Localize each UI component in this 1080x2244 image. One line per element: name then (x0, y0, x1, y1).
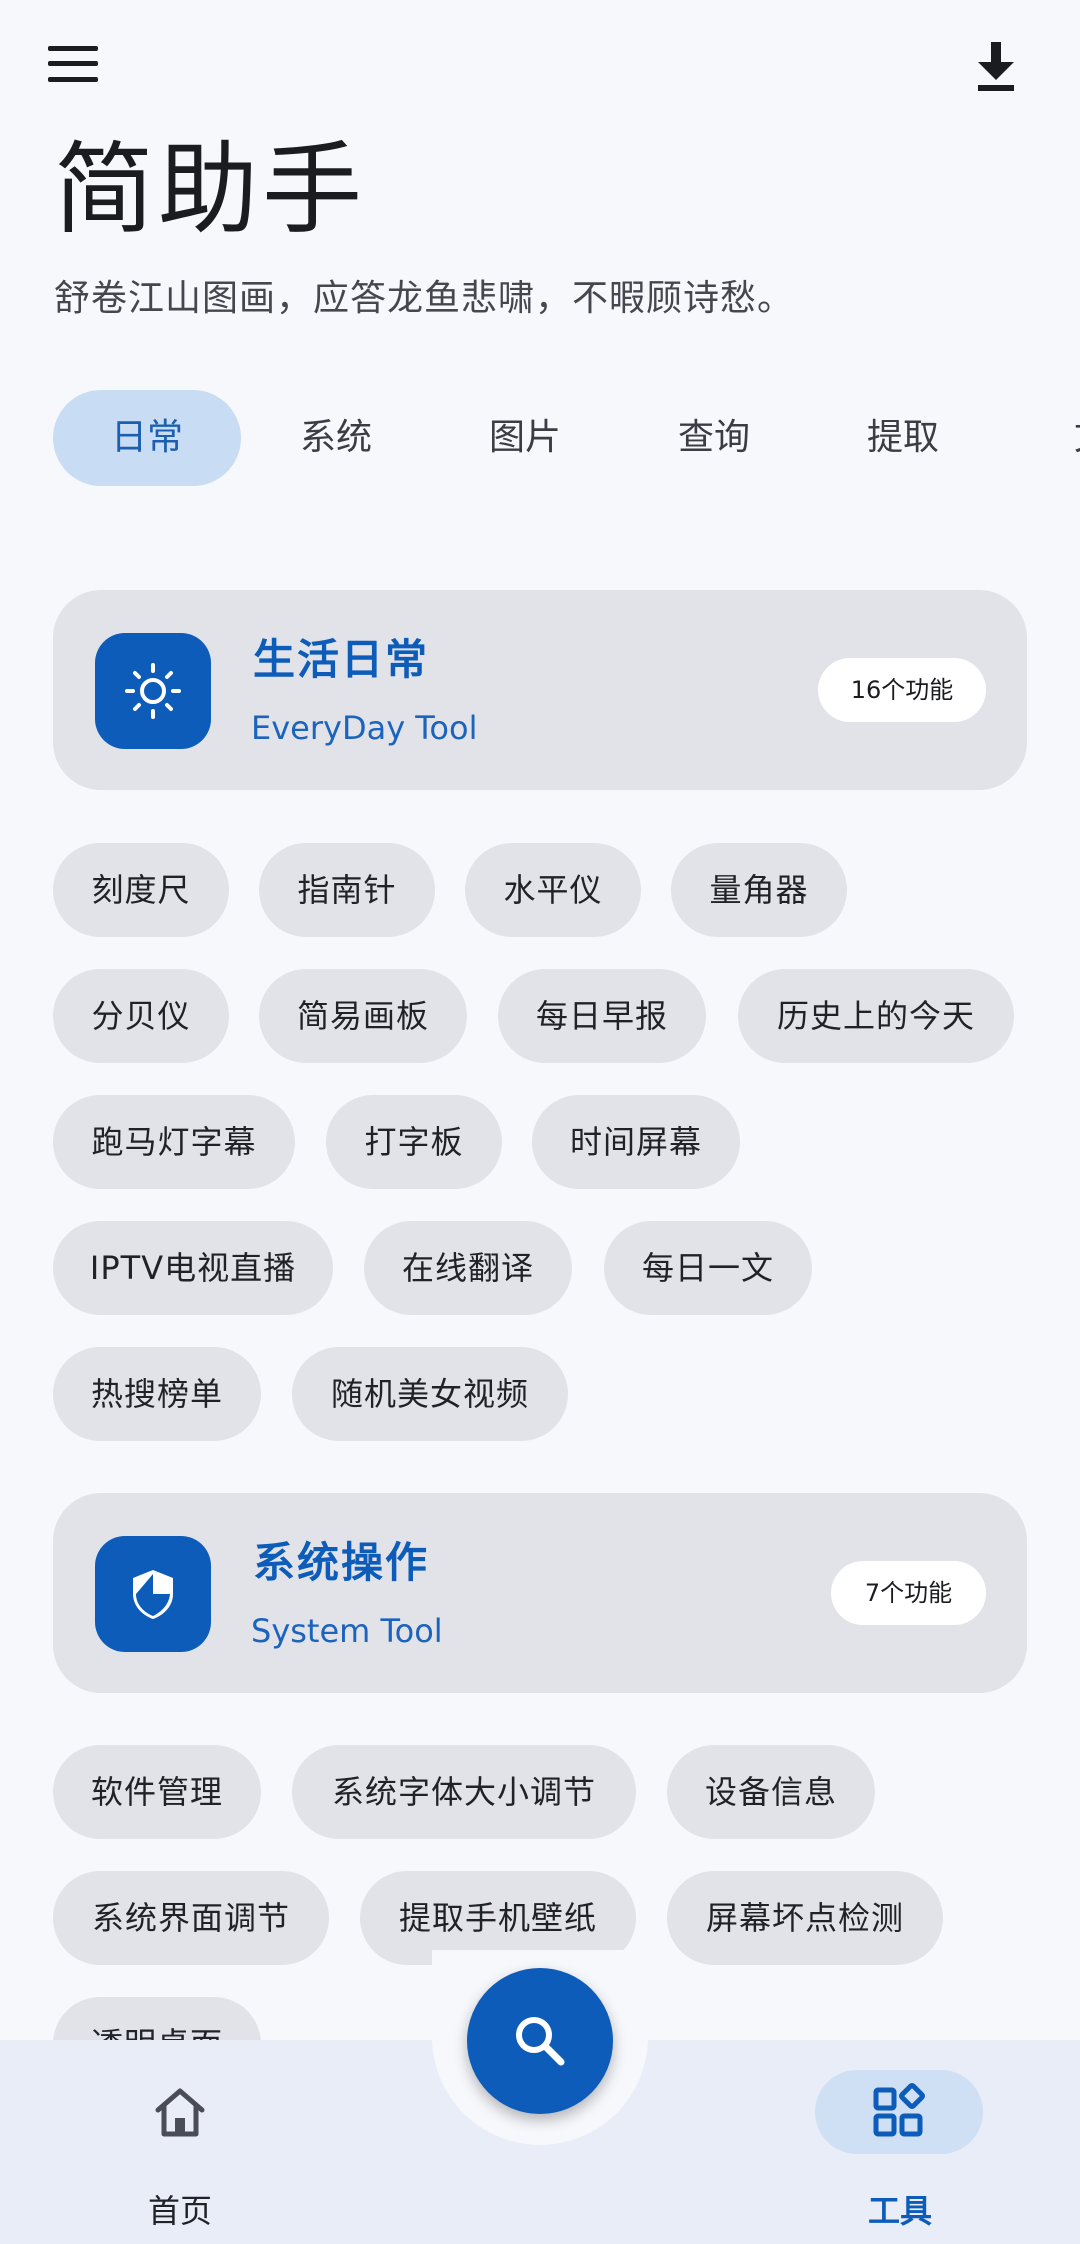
tool-chip[interactable]: 简易画板 (259, 969, 467, 1063)
app-subtitle: 舒卷江山图画，应答龙鱼悲啸，不暇顾诗愁。 (54, 278, 795, 319)
feature-count-badge: 16个功能 (818, 658, 986, 722)
apps-icon (873, 2083, 925, 2137)
tool-chip[interactable]: 每日早报 (498, 969, 706, 1063)
top-app-bar (0, 0, 1080, 130)
tool-chip[interactable]: 系统界面调节 (53, 1871, 329, 1965)
tool-chip[interactable]: 设备信息 (667, 1745, 875, 1839)
tool-chip[interactable]: IPTV电视直播 (53, 1221, 333, 1315)
nav-item-home[interactable]: 首页 (80, 2040, 280, 2244)
tool-chip[interactable]: 在线翻译 (364, 1221, 572, 1315)
category-card-system[interactable]: 系统操作 System Tool 7个功能 (53, 1493, 1027, 1693)
tool-chip[interactable]: 屏幕坏点检测 (667, 1871, 943, 1965)
search-icon (516, 2017, 565, 2066)
shield-icon (133, 1570, 173, 1619)
tool-chip[interactable]: 刻度尺 (53, 843, 229, 937)
tool-chip[interactable]: 时间屏幕 (532, 1095, 740, 1189)
tab-text[interactable]: 文 (998, 390, 1080, 486)
category-icon-container (95, 1536, 211, 1652)
tool-chip[interactable]: 每日一文 (604, 1221, 812, 1315)
nav-label-tools: 工具 (867, 2192, 932, 2230)
home-icon (155, 2088, 205, 2137)
tab-query[interactable]: 查询 (620, 390, 808, 486)
tool-chip[interactable]: 系统字体大小调节 (292, 1745, 636, 1839)
tool-chip[interactable]: 量角器 (671, 843, 847, 937)
tab-image[interactable]: 图片 (431, 390, 619, 486)
app-title: 简助手 (54, 131, 366, 248)
category-title: 系统操作 (253, 1538, 430, 1587)
sun-icon (125, 663, 181, 719)
tool-chip[interactable]: 打字板 (326, 1095, 502, 1189)
menu-icon[interactable] (48, 46, 98, 82)
nav-item-tools[interactable]: 工具 (800, 2040, 1000, 2244)
feature-count-badge: 7个功能 (831, 1561, 986, 1625)
nav-label-home: 首页 (147, 2192, 212, 2230)
tab-daily[interactable]: 日常 (53, 390, 241, 486)
tab-extract[interactable]: 提取 (809, 390, 997, 486)
category-subtitle: EveryDay Tool (251, 709, 478, 747)
tool-chip[interactable]: 软件管理 (53, 1745, 261, 1839)
tool-chip[interactable]: 跑马灯字幕 (53, 1095, 295, 1189)
tool-chip[interactable]: 历史上的今天 (738, 969, 1014, 1063)
tool-chip[interactable]: 指南针 (259, 843, 435, 937)
tool-chip[interactable]: 热搜榜单 (53, 1347, 261, 1441)
tool-chip[interactable]: 水平仪 (465, 843, 641, 937)
tab-system[interactable]: 系统 (242, 390, 430, 486)
category-icon-container (95, 633, 211, 749)
category-subtitle: System Tool (251, 1612, 443, 1650)
tool-chip[interactable]: 随机美女视频 (292, 1347, 568, 1441)
category-card-daily[interactable]: 生活日常 EveryDay Tool 16个功能 (53, 590, 1027, 790)
tool-chip[interactable]: 分贝仪 (53, 969, 229, 1063)
search-button[interactable] (467, 1968, 613, 2114)
category-tabs: 日常 系统 图片 查询 提取 文 (53, 390, 1080, 486)
category-title: 生活日常 (253, 635, 430, 684)
download-icon[interactable] (972, 40, 1020, 92)
